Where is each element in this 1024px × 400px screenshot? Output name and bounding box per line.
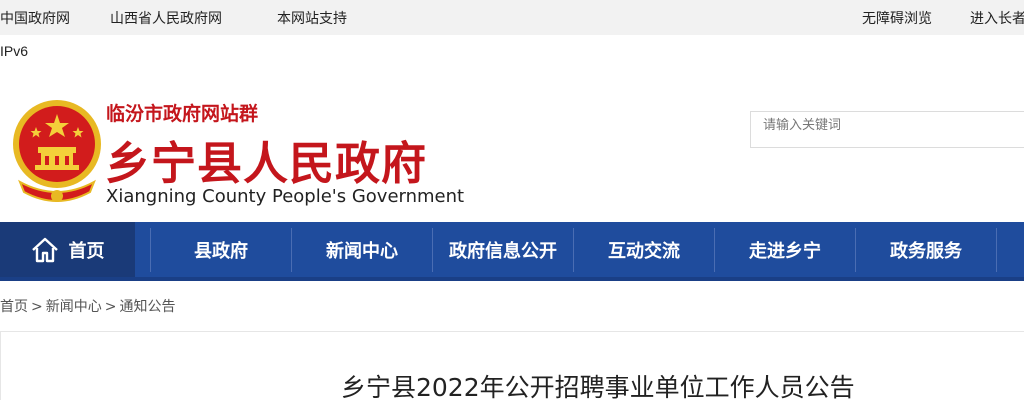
site-group-label: 临汾市政府网站群: [106, 103, 259, 125]
nav-county-gov[interactable]: 县政府: [151, 222, 291, 277]
breadcrumb: 首页 > 新闻中心 > 通知公告: [0, 296, 175, 316]
home-icon: [31, 237, 58, 262]
national-emblem-icon: [13, 100, 101, 202]
link-accessibility[interactable]: 无障碍浏览: [862, 8, 932, 28]
link-site-support[interactable]: 本网站支持: [277, 8, 347, 28]
site-title-english: Xiangning County People's Government: [106, 186, 465, 207]
main-nav: 首页 县政府 新闻中心 政府信息公开 互动交流 走进乡宁 政务服务: [0, 222, 1024, 281]
site-title: 乡宁县人民政府: [105, 137, 428, 190]
article-title: 乡宁县2022年公开招聘事业单位工作人员公告: [341, 373, 855, 400]
nav-home-label: 首页: [68, 240, 105, 262]
nav-gov-services[interactable]: 政务服务: [856, 222, 996, 277]
nav-gov-info-disclosure[interactable]: 政府信息公开: [433, 222, 573, 277]
article-panel: 乡宁县2022年公开招聘事业单位工作人员公告: [0, 331, 1024, 400]
breadcrumb-home[interactable]: 首页: [0, 299, 28, 315]
link-china-gov[interactable]: 中国政府网: [0, 8, 70, 28]
search-box: [750, 111, 1024, 148]
nav-interaction[interactable]: 互动交流: [574, 222, 714, 277]
nav-home[interactable]: 首页: [0, 222, 135, 277]
ipv6-label: IPv6: [0, 43, 29, 59]
nav-divider: [996, 228, 997, 272]
breadcrumb-separator: >: [31, 299, 43, 315]
breadcrumb-separator: >: [104, 299, 117, 315]
breadcrumb-notices[interactable]: 通知公告: [119, 299, 175, 315]
nav-news-center[interactable]: 新闻中心: [292, 222, 432, 277]
nav-about-xiangning[interactable]: 走进乡宁: [715, 222, 855, 277]
top-utility-bar: 中国政府网 山西省人民政府网 本网站支持 无障碍浏览 进入长者: [0, 0, 1024, 35]
link-elder-mode[interactable]: 进入长者: [970, 8, 1024, 28]
link-shanxi-gov[interactable]: 山西省人民政府网: [110, 8, 222, 28]
search-input[interactable]: [751, 112, 1024, 147]
breadcrumb-news-center[interactable]: 新闻中心: [46, 299, 102, 315]
